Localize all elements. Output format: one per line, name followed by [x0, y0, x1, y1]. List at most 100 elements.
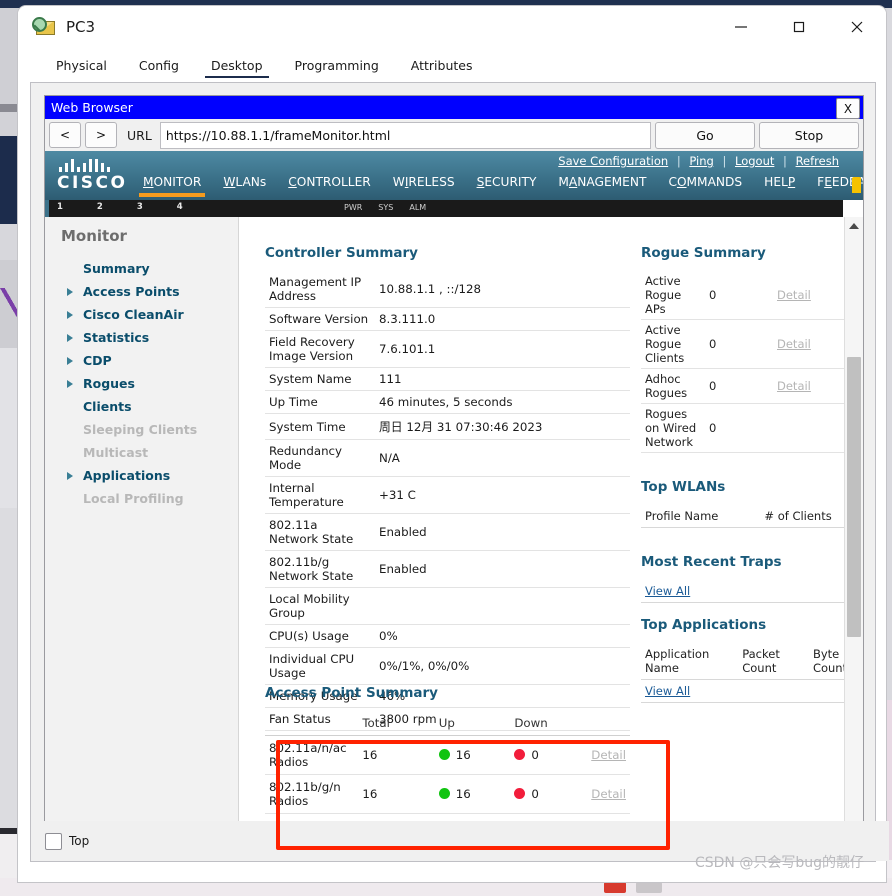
- device-port-3: 3: [136, 202, 143, 212]
- cs-key-6: Redundancy Mode: [265, 439, 375, 477]
- aps-detail-link-0[interactable]: Detail: [591, 748, 626, 762]
- ping-link[interactable]: Ping: [689, 154, 713, 168]
- menu-item-controller[interactable]: CONTROLLER: [288, 175, 370, 193]
- aps-col-total: Total: [358, 711, 435, 736]
- menu-item-security[interactable]: SECURITY: [477, 175, 537, 193]
- menu-item-commands[interactable]: COMMANDS: [668, 175, 742, 193]
- window-titlebar: PC3: [18, 6, 886, 48]
- aps-down-1: 0: [531, 787, 539, 801]
- top-apps-col-2: Byte Count: [808, 643, 845, 680]
- aps-up-1: 16: [455, 787, 471, 801]
- traps-view-all-link[interactable]: View All: [645, 584, 690, 598]
- table-row: Field Recovery Image Version 7.6.101.1: [265, 330, 630, 368]
- pc3-window: PC3 Physical Config Desktop Programming …: [18, 6, 889, 882]
- table-row: Adhoc Rogues 0 Detail: [641, 368, 845, 404]
- save-configuration-link[interactable]: Save Configuration: [558, 154, 668, 168]
- table-row: Active Rogue APs 0 Detail: [641, 271, 845, 320]
- cs-key-5: System Time: [265, 413, 375, 440]
- cisco-bars-icon: [59, 158, 131, 172]
- cs-val-1: 8.3.111.0: [375, 307, 630, 331]
- top-wlans-table: Profile Name # of Clients: [641, 505, 845, 528]
- chevron-right-icon: [67, 334, 73, 342]
- device-port-4: 4: [176, 202, 183, 212]
- sidebar-item-access-points[interactable]: Access Points: [45, 280, 238, 303]
- sidebar-label-access-points: Access Points: [83, 284, 180, 299]
- table-row: 802.11a Network State Enabled: [265, 513, 630, 551]
- rogue-detail-link-0[interactable]: Detail: [777, 288, 811, 302]
- back-button[interactable]: <: [49, 122, 81, 148]
- table-row: Management IP Address 10.88.1.1 , ::/128: [265, 271, 630, 308]
- cs-key-11: CPU(s) Usage: [265, 624, 375, 648]
- taskbar-item-gray[interactable]: [636, 882, 662, 893]
- window-controls: [712, 6, 886, 48]
- rg-key-1: Active Rogue Clients: [641, 319, 705, 369]
- maximize-icon[interactable]: [770, 6, 828, 48]
- top-applications-title: Top Applications: [641, 617, 767, 633]
- screen-root: PC3 Physical Config Desktop Programming …: [0, 0, 892, 896]
- menu-item-wlans[interactable]: WLANs: [223, 175, 266, 193]
- aps-up-0: 16: [455, 748, 471, 762]
- rogue-detail-link-1[interactable]: Detail: [777, 337, 811, 351]
- top-checkbox[interactable]: [45, 832, 62, 850]
- device-front-panel-image: 1 2 3 4 PWR SYS ALM: [45, 200, 843, 217]
- cs-val-3: 111: [375, 367, 630, 391]
- table-row: 802.11b/g Network State Enabled: [265, 550, 630, 588]
- table-row: Up Time 46 minutes, 5 seconds: [265, 390, 630, 414]
- sidebar-item-cdp[interactable]: CDP: [45, 349, 238, 372]
- aps-col-up: Up: [434, 711, 511, 736]
- sidebar-item-applications[interactable]: Applications: [45, 464, 238, 487]
- rogue-detail-link-2[interactable]: Detail: [777, 379, 811, 393]
- rg-key-0: Active Rogue APs: [641, 271, 705, 320]
- aps-col-0: [265, 711, 359, 736]
- top-apps-col-1: Packet Count: [738, 643, 809, 680]
- rg-count-1: 0: [705, 319, 773, 369]
- table-header-row: Total Up Down: [265, 711, 630, 736]
- go-button[interactable]: Go: [655, 121, 755, 149]
- tab-programming[interactable]: Programming: [279, 58, 395, 78]
- chevron-right-icon: [67, 357, 73, 365]
- scrollbar-thumb[interactable]: [847, 357, 861, 637]
- cisco-page-body: Monitor Summary Access Points Cisco Clea…: [45, 217, 863, 837]
- tab-config[interactable]: Config: [123, 58, 195, 78]
- tab-physical[interactable]: Physical: [40, 58, 123, 78]
- menu-item-management[interactable]: MANAGEMENT: [558, 175, 646, 193]
- table-row: Local Mobility Group: [265, 587, 630, 625]
- scroll-up-icon[interactable]: [845, 217, 863, 235]
- menu-item-help[interactable]: HELP: [764, 175, 795, 193]
- logout-link[interactable]: Logout: [735, 154, 774, 168]
- chevron-right-icon: [67, 472, 73, 480]
- tab-attributes[interactable]: Attributes: [395, 58, 489, 78]
- cisco-side-tab-icon[interactable]: [852, 177, 861, 193]
- sidebar-item-summary[interactable]: Summary: [45, 257, 238, 280]
- url-input[interactable]: https://10.88.1.1/frameMonitor.html: [159, 121, 651, 149]
- web-browser-close-button[interactable]: X: [836, 98, 860, 119]
- controller-summary-section: Controller Summary Management IP Address…: [265, 245, 630, 731]
- sidebar-item-rogues[interactable]: Rogues: [45, 372, 238, 395]
- table-header-row: Application Name Packet Count Byte Count: [641, 643, 845, 680]
- sidebar-item-clients[interactable]: Clients: [45, 395, 238, 418]
- aps-detail-link-1[interactable]: Detail: [591, 787, 626, 801]
- most-recent-traps-table: View All: [641, 580, 845, 603]
- led-pwr: PWR: [344, 203, 363, 212]
- tab-desktop[interactable]: Desktop: [195, 58, 279, 78]
- menu-item-wireless[interactable]: WIRELESS: [393, 175, 455, 193]
- stop-button[interactable]: Stop: [759, 121, 859, 149]
- page-scrollbar[interactable]: [844, 217, 863, 837]
- browser-urlbar: < > URL https://10.88.1.1/frameMonitor.h…: [45, 119, 863, 151]
- minimize-icon[interactable]: [712, 6, 770, 48]
- table-header-row: Profile Name # of Clients: [641, 505, 845, 528]
- window-title: PC3: [66, 18, 96, 36]
- close-icon[interactable]: [828, 6, 886, 48]
- controller-summary-title: Controller Summary: [265, 245, 418, 261]
- top-apps-view-all-link[interactable]: View All: [645, 684, 690, 698]
- table-row: Individual CPU Usage 0%/1%, 0%/0%: [265, 647, 630, 685]
- aps-down-0: 0: [531, 748, 539, 762]
- forward-button[interactable]: >: [85, 122, 117, 148]
- cs-key-10: Local Mobility Group: [265, 587, 375, 625]
- refresh-link[interactable]: Refresh: [796, 154, 839, 168]
- cs-val-0: 10.88.1.1 , ::/128: [375, 271, 630, 308]
- menu-item-monitor[interactable]: MONITOR: [138, 175, 206, 197]
- sidebar-item-cisco-cleanair[interactable]: Cisco CleanAir: [45, 303, 238, 326]
- sidebar-item-statistics[interactable]: Statistics: [45, 326, 238, 349]
- taskbar-item-red[interactable]: [604, 882, 626, 893]
